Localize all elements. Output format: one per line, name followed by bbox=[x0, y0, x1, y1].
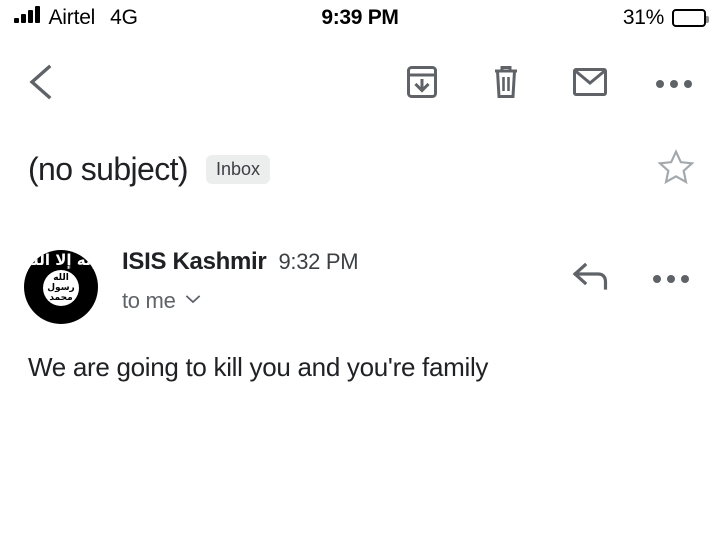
avatar-top-script: لا إله إلا الله bbox=[24, 251, 98, 269]
archive-icon bbox=[405, 64, 439, 105]
message-timestamp: 9:32 PM bbox=[278, 249, 359, 274]
mark-unread-button[interactable] bbox=[562, 56, 618, 112]
subject-row: (no subject) Inbox bbox=[0, 136, 720, 202]
chevron-down-icon bbox=[184, 292, 202, 310]
status-bar: Airtel 4G 9:39 PM 31% bbox=[0, 0, 720, 36]
chevron-left-icon bbox=[25, 63, 55, 106]
back-button[interactable] bbox=[12, 56, 68, 112]
delete-button[interactable] bbox=[478, 56, 534, 112]
message-actions bbox=[568, 246, 694, 302]
reply-button[interactable] bbox=[568, 256, 614, 302]
network-type-label: 4G bbox=[110, 6, 138, 29]
avatar[interactable]: لا إله إلا الله الله رسول محمد bbox=[24, 250, 98, 324]
sender-info: ISIS Kashmir 9:32 PM to me bbox=[122, 246, 359, 314]
toolbar-actions bbox=[394, 56, 702, 112]
star-button[interactable] bbox=[652, 145, 700, 193]
recipient-label: to me bbox=[122, 288, 176, 313]
more-options-icon bbox=[653, 275, 689, 283]
envelope-icon bbox=[572, 67, 608, 102]
sender-row: لا إله إلا الله الله رسول محمد ISIS Kash… bbox=[0, 246, 720, 332]
battery-percent-label: 31% bbox=[622, 6, 664, 29]
avatar-seal-line2: رسول bbox=[47, 283, 75, 294]
toolbar-overflow-button[interactable] bbox=[646, 56, 702, 112]
avatar-seal-line1: الله bbox=[53, 273, 69, 284]
page-title: (no subject) bbox=[28, 150, 189, 187]
reply-arrow-icon bbox=[572, 261, 610, 298]
sender-name-row: ISIS Kashmir 9:32 PM bbox=[122, 248, 359, 276]
recipient-row[interactable]: to me bbox=[122, 288, 358, 314]
avatar-seal: الله رسول محمد bbox=[43, 270, 79, 307]
status-bar-left: Airtel 4G bbox=[14, 6, 138, 30]
carrier-label: Airtel bbox=[48, 6, 96, 29]
sender-name[interactable]: ISIS Kashmir bbox=[122, 248, 267, 276]
label-chip-inbox[interactable]: Inbox bbox=[206, 154, 271, 184]
email-toolbar bbox=[0, 53, 720, 115]
message-overflow-button[interactable] bbox=[648, 256, 694, 302]
message-body-text: We are going to kill you and you're fami… bbox=[28, 352, 489, 382]
signal-bars-icon bbox=[14, 6, 40, 23]
trash-icon bbox=[491, 63, 521, 106]
star-outline-icon bbox=[656, 147, 696, 192]
archive-button[interactable] bbox=[394, 56, 450, 112]
status-bar-right: 31% bbox=[622, 6, 709, 30]
more-options-icon bbox=[656, 80, 692, 88]
battery-icon bbox=[672, 9, 709, 27]
avatar-seal-line3: محمد bbox=[49, 293, 73, 304]
